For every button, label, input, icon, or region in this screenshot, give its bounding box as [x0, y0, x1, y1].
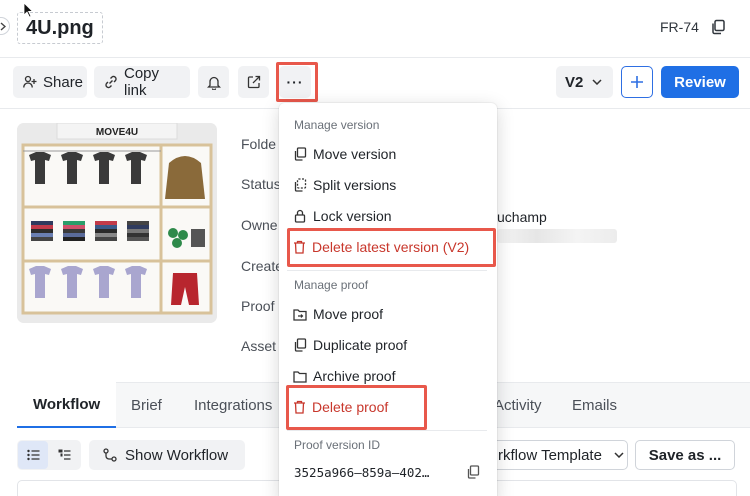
- detail-label-owner: Owne: [241, 217, 278, 233]
- move-proof-label: Move proof: [313, 306, 384, 322]
- highlight-more-button: [276, 62, 318, 102]
- show-workflow-button[interactable]: Show Workflow: [89, 440, 245, 470]
- copy-icon: [293, 338, 307, 352]
- menu-separator: [287, 270, 487, 271]
- review-button[interactable]: Review: [661, 66, 739, 98]
- detail-label-status: Status: [241, 176, 281, 192]
- share-label: Share: [43, 73, 84, 91]
- list-icon: [27, 449, 40, 461]
- export-button[interactable]: [238, 66, 269, 98]
- move-version-label: Move version: [313, 146, 397, 162]
- save-as-button[interactable]: Save as ...: [635, 440, 735, 470]
- version-select[interactable]: V2: [556, 66, 613, 98]
- tab-workflow-label: Workflow: [33, 396, 101, 413]
- manage-proof-header: Manage proof: [294, 278, 369, 292]
- split-versions-label: Split versions: [313, 177, 397, 193]
- proof-version-id-header: Proof version ID: [294, 438, 381, 452]
- tab-activity[interactable]: Activity: [494, 397, 542, 414]
- split-versions-item[interactable]: Split versions: [293, 174, 396, 196]
- duplicate-proof-item[interactable]: Duplicate proof: [293, 334, 407, 356]
- link-icon: [104, 75, 118, 89]
- chevron-down-icon: [592, 79, 602, 85]
- mouse-cursor-icon: [23, 2, 34, 23]
- manage-version-header: Manage version: [294, 118, 380, 132]
- version-label: V2: [565, 73, 584, 91]
- copy-link-label: Copy link: [124, 65, 160, 99]
- owner-value: uchamp: [497, 209, 547, 225]
- workflow-template-label: rkflow Template: [498, 446, 602, 464]
- folder-icon: [293, 370, 307, 383]
- add-button[interactable]: [621, 66, 653, 98]
- copy-icon[interactable]: [466, 465, 480, 479]
- workflow-icon: [103, 448, 117, 462]
- file-id: FR-74: [660, 19, 699, 35]
- move-proof-item[interactable]: Move proof: [293, 303, 383, 325]
- tab-workflow[interactable]: Workflow: [17, 382, 116, 428]
- add-user-icon: [23, 75, 37, 89]
- list-view-button[interactable]: [18, 441, 48, 469]
- brand-logo: MOVE4U: [96, 127, 138, 138]
- tree-icon: [58, 449, 71, 460]
- copy-link-button[interactable]: Copy link: [94, 65, 190, 99]
- share-out-icon: [247, 75, 261, 89]
- split-icon: [293, 178, 307, 192]
- tab-brief[interactable]: Brief: [131, 397, 162, 414]
- asset-thumbnail[interactable]: MOVE4U: [17, 123, 217, 323]
- archive-proof-label: Archive proof: [313, 368, 396, 384]
- chevron-down-icon: [614, 452, 624, 458]
- detail-label-proof: Proof: [241, 298, 275, 314]
- proof-version-id: 3525a966–859a–402…: [294, 465, 430, 480]
- bell-icon: [206, 75, 221, 90]
- workflow-template-select[interactable]: rkflow Template: [484, 440, 628, 470]
- lock-version-item[interactable]: Lock version: [293, 205, 392, 227]
- back-button[interactable]: [0, 17, 10, 35]
- archive-proof-item[interactable]: Archive proof: [293, 365, 395, 387]
- folder-move-icon: [293, 308, 307, 321]
- detail-label-folder: Folde: [241, 136, 277, 152]
- detail-label-created: Create: [241, 258, 284, 274]
- plus-icon: [630, 75, 644, 89]
- menu-separator: [287, 430, 487, 431]
- detail-label-asset: Asset: [241, 338, 277, 354]
- redacted-text: [497, 229, 617, 243]
- tab-integrations[interactable]: Integrations: [194, 397, 272, 414]
- notifications-button[interactable]: [198, 66, 229, 98]
- move-version-item[interactable]: Move version: [293, 143, 396, 165]
- share-button[interactable]: Share: [13, 66, 87, 98]
- lock-version-label: Lock version: [313, 208, 392, 224]
- highlight-delete-version: [287, 228, 496, 267]
- tab-emails[interactable]: Emails: [572, 397, 617, 414]
- copy-icon[interactable]: [710, 19, 726, 35]
- copy-icon: [293, 147, 307, 161]
- duplicate-proof-label: Duplicate proof: [313, 337, 408, 353]
- highlight-delete-proof: [286, 385, 427, 430]
- tree-view-button[interactable]: [49, 441, 79, 469]
- lock-icon: [293, 209, 307, 223]
- header-divider: [0, 57, 750, 58]
- show-workflow-label: Show Workflow: [125, 446, 229, 464]
